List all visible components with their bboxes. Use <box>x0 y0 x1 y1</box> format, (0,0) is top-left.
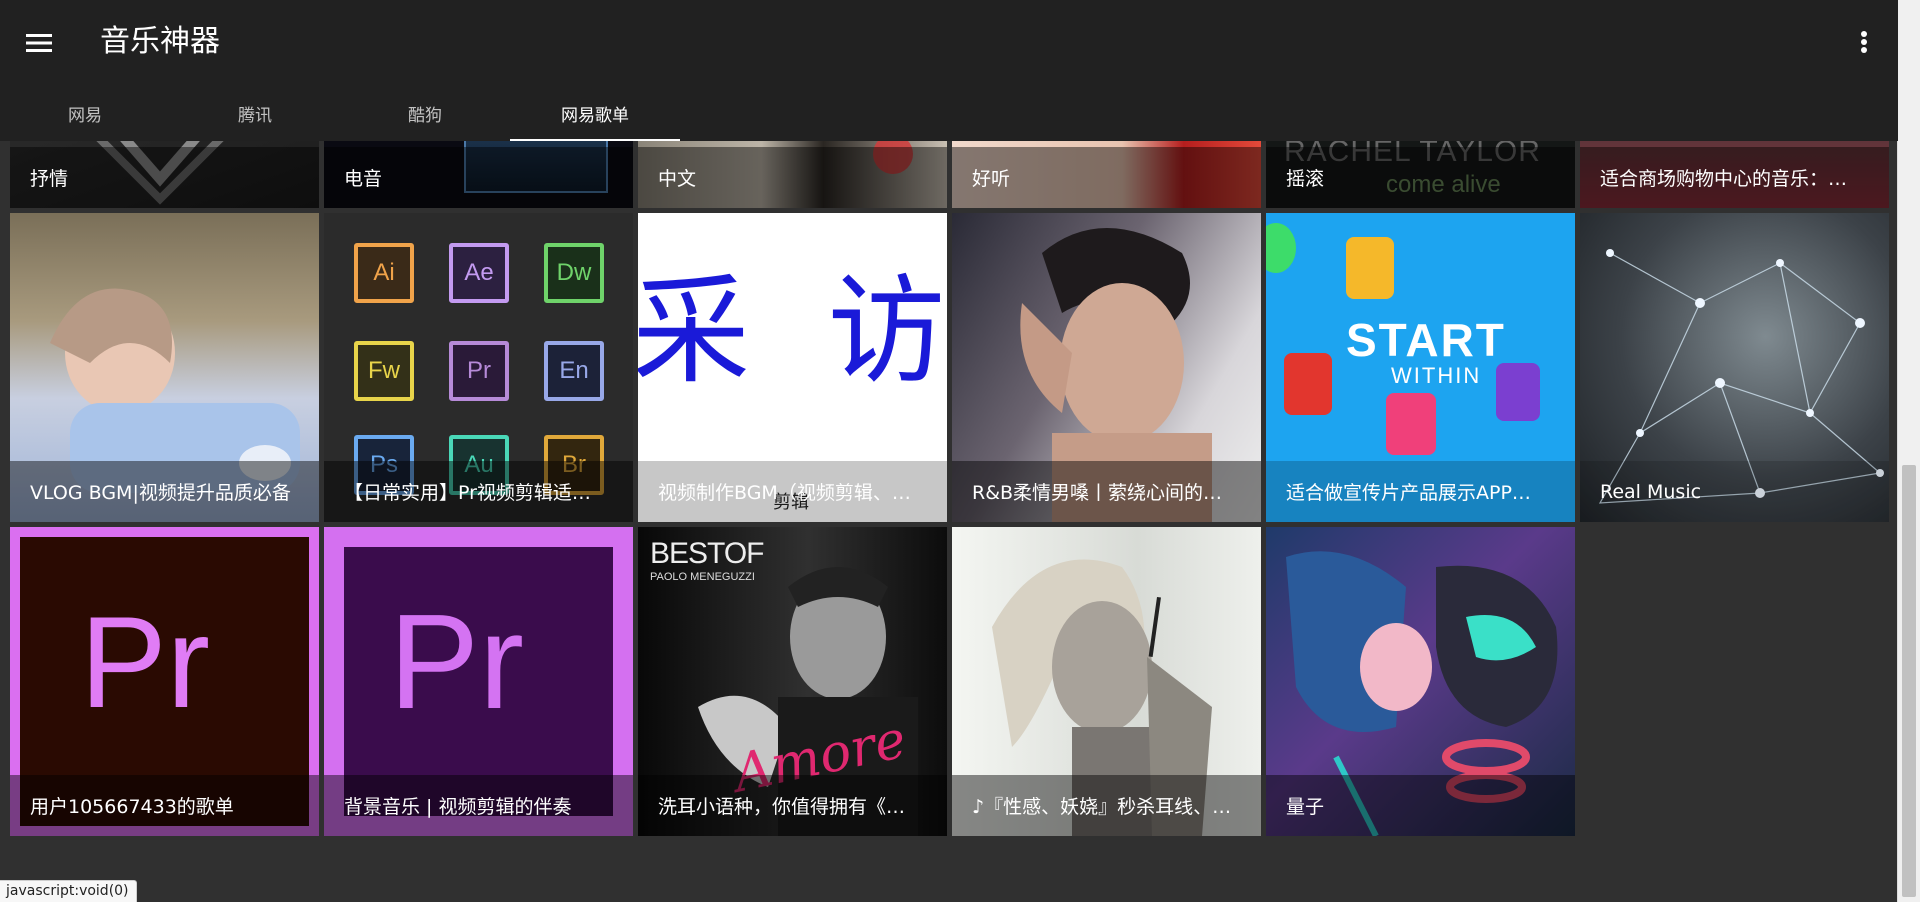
playlist-title: 中文 <box>658 168 697 190</box>
album-art-text: Fw <box>354 341 414 401</box>
playlist-title: 适合做宣传片产品展示APP… <box>1286 482 1531 504</box>
playlist-title: 抒情 <box>30 168 69 190</box>
playlist-caption: 视频制作BGM（视频剪辑、… <box>638 461 947 522</box>
scrollbar-thumb[interactable] <box>1902 465 1916 897</box>
playlist-card[interactable]: 采 访 剪辑 视频制作BGM（视频剪辑、… <box>638 213 947 522</box>
playlist-caption: 中文 <box>638 147 947 208</box>
app-bar: 音乐神器 网易 腾讯 酷狗 网易歌单 <box>0 0 1898 141</box>
album-art-text: Dw <box>544 243 604 303</box>
album-art-text: Pr <box>389 586 524 737</box>
album-art-text: Ae <box>449 243 509 303</box>
playlist-caption: 抒情 <box>10 147 319 208</box>
playlist-caption: 好听 <box>952 147 1261 208</box>
playlist-title: R&B柔情男嗓丨萦绕心间的… <box>972 482 1223 504</box>
playlist-caption: 量子 <box>1266 775 1575 836</box>
album-art-text: Pr <box>80 589 210 735</box>
playlist-caption: VLOG BGM|视频提升品质必备 <box>10 461 319 522</box>
playlist-card[interactable]: 量子 <box>1266 527 1575 836</box>
playlist-caption: 摇滚 <box>1266 147 1575 208</box>
playlist-caption: Real Music <box>1580 461 1889 522</box>
app-title: 音乐神器 <box>100 24 220 59</box>
playlist-card[interactable]: VLOG BGM|视频提升品质必备 <box>10 213 319 522</box>
playlist-caption: 用户105667433的歌单 <box>10 775 319 836</box>
album-art-text: Ai <box>354 243 414 303</box>
playlist-title: 摇滚 <box>1286 168 1325 190</box>
playlist-card[interactable]: BESTOF PAOLO MENEGUZZI Amore 洗耳小语种，你值得拥有… <box>638 527 947 836</box>
playlist-card[interactable]: Ai Ae Dw Fw Pr En Ps Au Br 【日常实用】Pr视频剪辑适… <box>324 213 633 522</box>
playlist-title: 【日常实用】Pr视频剪辑适… <box>344 482 591 504</box>
playlist-caption: 适合做宣传片产品展示APP… <box>1266 461 1575 522</box>
source-tabs: 网易 腾讯 酷狗 网易歌单 <box>0 86 680 141</box>
tab-kugou[interactable]: 酷狗 <box>340 86 510 141</box>
playlist-card[interactable]: START WITHIN 适合做宣传片产品展示APP… <box>1266 213 1575 522</box>
playlist-card[interactable]: ♪『性感、妖娆』秒杀耳线、… <box>952 527 1261 836</box>
playlist-caption: 电音 <box>324 147 633 208</box>
album-art-text: WITHIN <box>1391 363 1482 388</box>
playlist-title: 好听 <box>972 168 1011 190</box>
playlist-caption: 背景音乐 | 视频剪辑的伴奏 <box>324 775 633 836</box>
playlist-caption: 适合商场购物中心的音乐：… <box>1580 147 1889 208</box>
hamburger-menu-icon[interactable] <box>18 22 60 64</box>
playlist-card[interactable]: Pr 背景音乐 | 视频剪辑的伴奏 <box>324 527 633 836</box>
playlist-caption: 洗耳小语种，你值得拥有《… <box>638 775 947 836</box>
tab-netease[interactable]: 网易 <box>0 86 170 141</box>
playlist-title: 量子 <box>1286 796 1325 818</box>
playlist-title: 洗耳小语种，你值得拥有《… <box>658 796 906 818</box>
album-art-text: 采 访 <box>638 262 947 400</box>
status-bar-link: javascript:void(0) <box>0 880 137 902</box>
playlist-title: 用户105667433的歌单 <box>30 796 234 818</box>
toolbar: 音乐神器 <box>0 0 1898 86</box>
vertical-scrollbar[interactable] <box>1897 0 1920 902</box>
more-vert-icon[interactable] <box>1842 20 1886 64</box>
album-art-text: START <box>1346 314 1506 366</box>
playlist-card[interactable]: R&B柔情男嗓丨萦绕心间的… <box>952 213 1261 522</box>
playlist-title: 适合商场购物中心的音乐：… <box>1600 168 1848 190</box>
playlist-title: 电音 <box>344 168 383 190</box>
album-art-text: Pr <box>449 341 509 401</box>
playlist-card[interactable]: Pr 用户105667433的歌单 <box>10 527 319 836</box>
playlist-title: 视频制作BGM（视频剪辑、… <box>658 482 911 504</box>
playlist-title: ♪『性感、妖娆』秒杀耳线、… <box>972 796 1232 818</box>
playlist-card[interactable]: Real Music <box>1580 213 1889 522</box>
playlist-caption: R&B柔情男嗓丨萦绕心间的… <box>952 461 1261 522</box>
tab-netease-playlists[interactable]: 网易歌单 <box>510 86 680 141</box>
playlist-title: Real Music <box>1600 480 1702 503</box>
playlist-caption: 【日常实用】Pr视频剪辑适… <box>324 461 633 522</box>
playlist-title: 背景音乐 | 视频剪辑的伴奏 <box>344 796 572 818</box>
album-art-text: En <box>544 341 604 401</box>
playlist-caption: ♪『性感、妖娆』秒杀耳线、… <box>952 775 1261 836</box>
app-window: 抒情 电音 中文 好听 RACHEL TAYLOR come alive 摇滚 … <box>0 0 1898 902</box>
playlist-title: VLOG BGM|视频提升品质必备 <box>30 482 291 504</box>
tab-tencent[interactable]: 腾讯 <box>170 86 340 141</box>
